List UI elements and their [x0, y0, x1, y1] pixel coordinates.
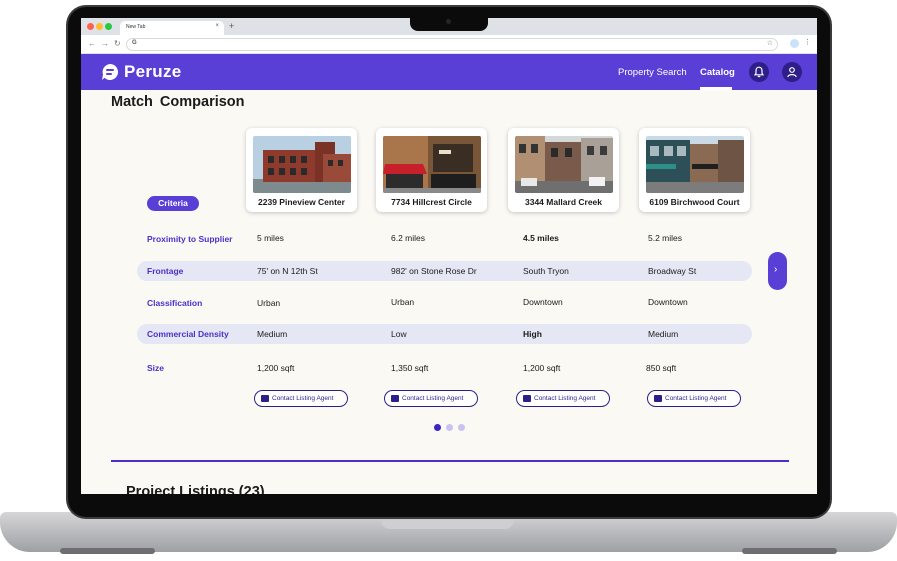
nav-catalog[interactable]: Catalog — [700, 67, 735, 78]
address-bar[interactable]: G ☆ — [126, 38, 778, 51]
laptop-hinge-notch — [381, 520, 514, 529]
camera-icon — [446, 19, 451, 24]
table-cell: Urban — [391, 297, 415, 307]
camera-notch — [410, 17, 488, 31]
criteria-size-label: Size — [147, 363, 165, 373]
forward-arrow-icon[interactable]: → — [101, 39, 109, 48]
contact-listing-agent-button[interactable]: Contact Listing Agent — [516, 390, 610, 407]
bell-icon — [753, 66, 765, 78]
table-cell-best: High — [523, 329, 542, 339]
tab-title: New Tab — [126, 24, 146, 30]
pagination-dot-active[interactable] — [434, 424, 441, 431]
criteria-label: Criteria — [147, 196, 199, 211]
shopfront-photo-icon — [646, 136, 744, 193]
notifications-button[interactable] — [749, 62, 769, 82]
contact-card-icon — [261, 395, 269, 402]
reload-icon[interactable]: ↻ — [114, 39, 121, 48]
laptop-foot — [742, 548, 837, 554]
chevron-right-icon: › — [774, 264, 778, 275]
laptop-foot — [60, 548, 155, 554]
contact-card-icon — [654, 395, 662, 402]
contact-card-icon — [523, 395, 531, 402]
section-divider — [111, 460, 789, 462]
pagination-dot[interactable] — [458, 424, 465, 431]
new-tab-button[interactable]: + — [229, 21, 234, 31]
criteria-proximity-label: Proximity to Supplier — [147, 234, 233, 244]
property-card[interactable]: 7734 Hillcrest Circle — [376, 128, 487, 212]
back-arrow-icon[interactable]: ← — [88, 39, 96, 48]
building-photo-icon — [253, 136, 351, 193]
contact-button-label: Contact Listing Agent — [534, 395, 596, 402]
table-cell: Urban — [257, 298, 281, 308]
table-cell: 6.2 miles — [391, 233, 426, 243]
property-name: 6109 Birchwood Court — [649, 197, 740, 207]
table-cell: 1,200 sqft — [523, 363, 561, 373]
table-cell: 75' on N 12th St — [257, 266, 318, 276]
maximize-window-icon[interactable] — [105, 23, 112, 30]
contact-listing-agent-button[interactable]: Contact Listing Agent — [647, 390, 741, 407]
screen: New Tab × + ← → ↻ G ☆ ⋮ Peruze Property … — [81, 18, 817, 494]
brand-logo[interactable]: Peruze — [101, 61, 182, 83]
user-icon — [787, 67, 797, 78]
close-window-icon[interactable] — [87, 23, 94, 30]
peruze-logo-icon — [102, 63, 119, 80]
criteria-classification-label: Classification — [147, 298, 203, 308]
table-cell: Downtown — [648, 297, 688, 307]
property-name: 2239 Pineview Center — [258, 197, 345, 207]
contact-card-icon — [391, 395, 399, 402]
table-cell: 5 miles — [257, 233, 284, 243]
table-cell: 850 sqft — [646, 363, 677, 373]
property-card[interactable]: 2239 Pineview Center — [246, 128, 357, 212]
profile-button[interactable] — [782, 62, 802, 82]
brand-name: Peruze — [124, 62, 182, 81]
laptop-base — [0, 512, 897, 552]
browser-profile-icon[interactable] — [790, 39, 799, 48]
contact-button-label: Contact Listing Agent — [402, 395, 464, 402]
table-cell: Medium — [648, 329, 679, 339]
criteria-frontage-label: Frontage — [147, 266, 184, 276]
street-photo-icon — [515, 136, 613, 193]
property-name: 3344 Mallard Creek — [524, 197, 603, 207]
property-photo — [646, 136, 744, 193]
property-photo — [515, 136, 613, 193]
contact-listing-agent-button[interactable]: Contact Listing Agent — [384, 390, 478, 407]
project-listings-title: Project Listings (23) — [126, 484, 265, 494]
browser-menu-icon[interactable]: ⋮ — [804, 38, 811, 46]
table-cell: South Tryon — [523, 266, 569, 276]
contact-button-label: Contact Listing Agent — [272, 395, 334, 402]
table-cell: Broadway St — [648, 266, 697, 276]
contact-listing-agent-button[interactable]: Contact Listing Agent — [254, 390, 348, 407]
table-cell: Low — [391, 329, 407, 339]
table-cell: 982' on Stone Rose Dr — [391, 266, 477, 276]
app-header: Peruze Property Search Catalog — [81, 54, 817, 90]
table-cell: 1,350 sqft — [391, 363, 429, 373]
property-photo — [383, 136, 481, 193]
pagination-dot[interactable] — [446, 424, 453, 431]
tab-close-icon[interactable]: × — [215, 23, 219, 29]
browser-toolbar: ← → ↻ G ☆ ⋮ — [81, 35, 817, 54]
nav-property-search[interactable]: Property Search — [618, 67, 687, 78]
next-page-button[interactable]: › — [768, 252, 787, 290]
page-title: Match Comparison — [111, 94, 245, 110]
property-name: 7734 Hillcrest Circle — [391, 197, 472, 207]
table-cell-best: 4.5 miles — [523, 233, 559, 243]
table-cell: 1,200 sqft — [257, 363, 295, 373]
nav-active-indicator — [700, 87, 732, 90]
browser-tab[interactable]: New Tab × — [120, 21, 224, 35]
minimize-window-icon[interactable] — [96, 23, 103, 30]
bookmark-star-icon[interactable]: ☆ — [767, 39, 773, 47]
omnibox-prefix: G — [132, 40, 137, 46]
property-card[interactable]: 3344 Mallard Creek — [508, 128, 619, 212]
property-card[interactable]: 6109 Birchwood Court — [639, 128, 750, 212]
table-cell: Medium — [257, 329, 288, 339]
table-cell: Downtown — [523, 297, 563, 307]
contact-button-label: Contact Listing Agent — [665, 395, 727, 402]
table-cell: 5.2 miles — [648, 233, 683, 243]
storefront-photo-icon — [383, 136, 481, 193]
property-photo — [253, 136, 351, 193]
criteria-density-label: Commercial Density — [147, 329, 229, 339]
